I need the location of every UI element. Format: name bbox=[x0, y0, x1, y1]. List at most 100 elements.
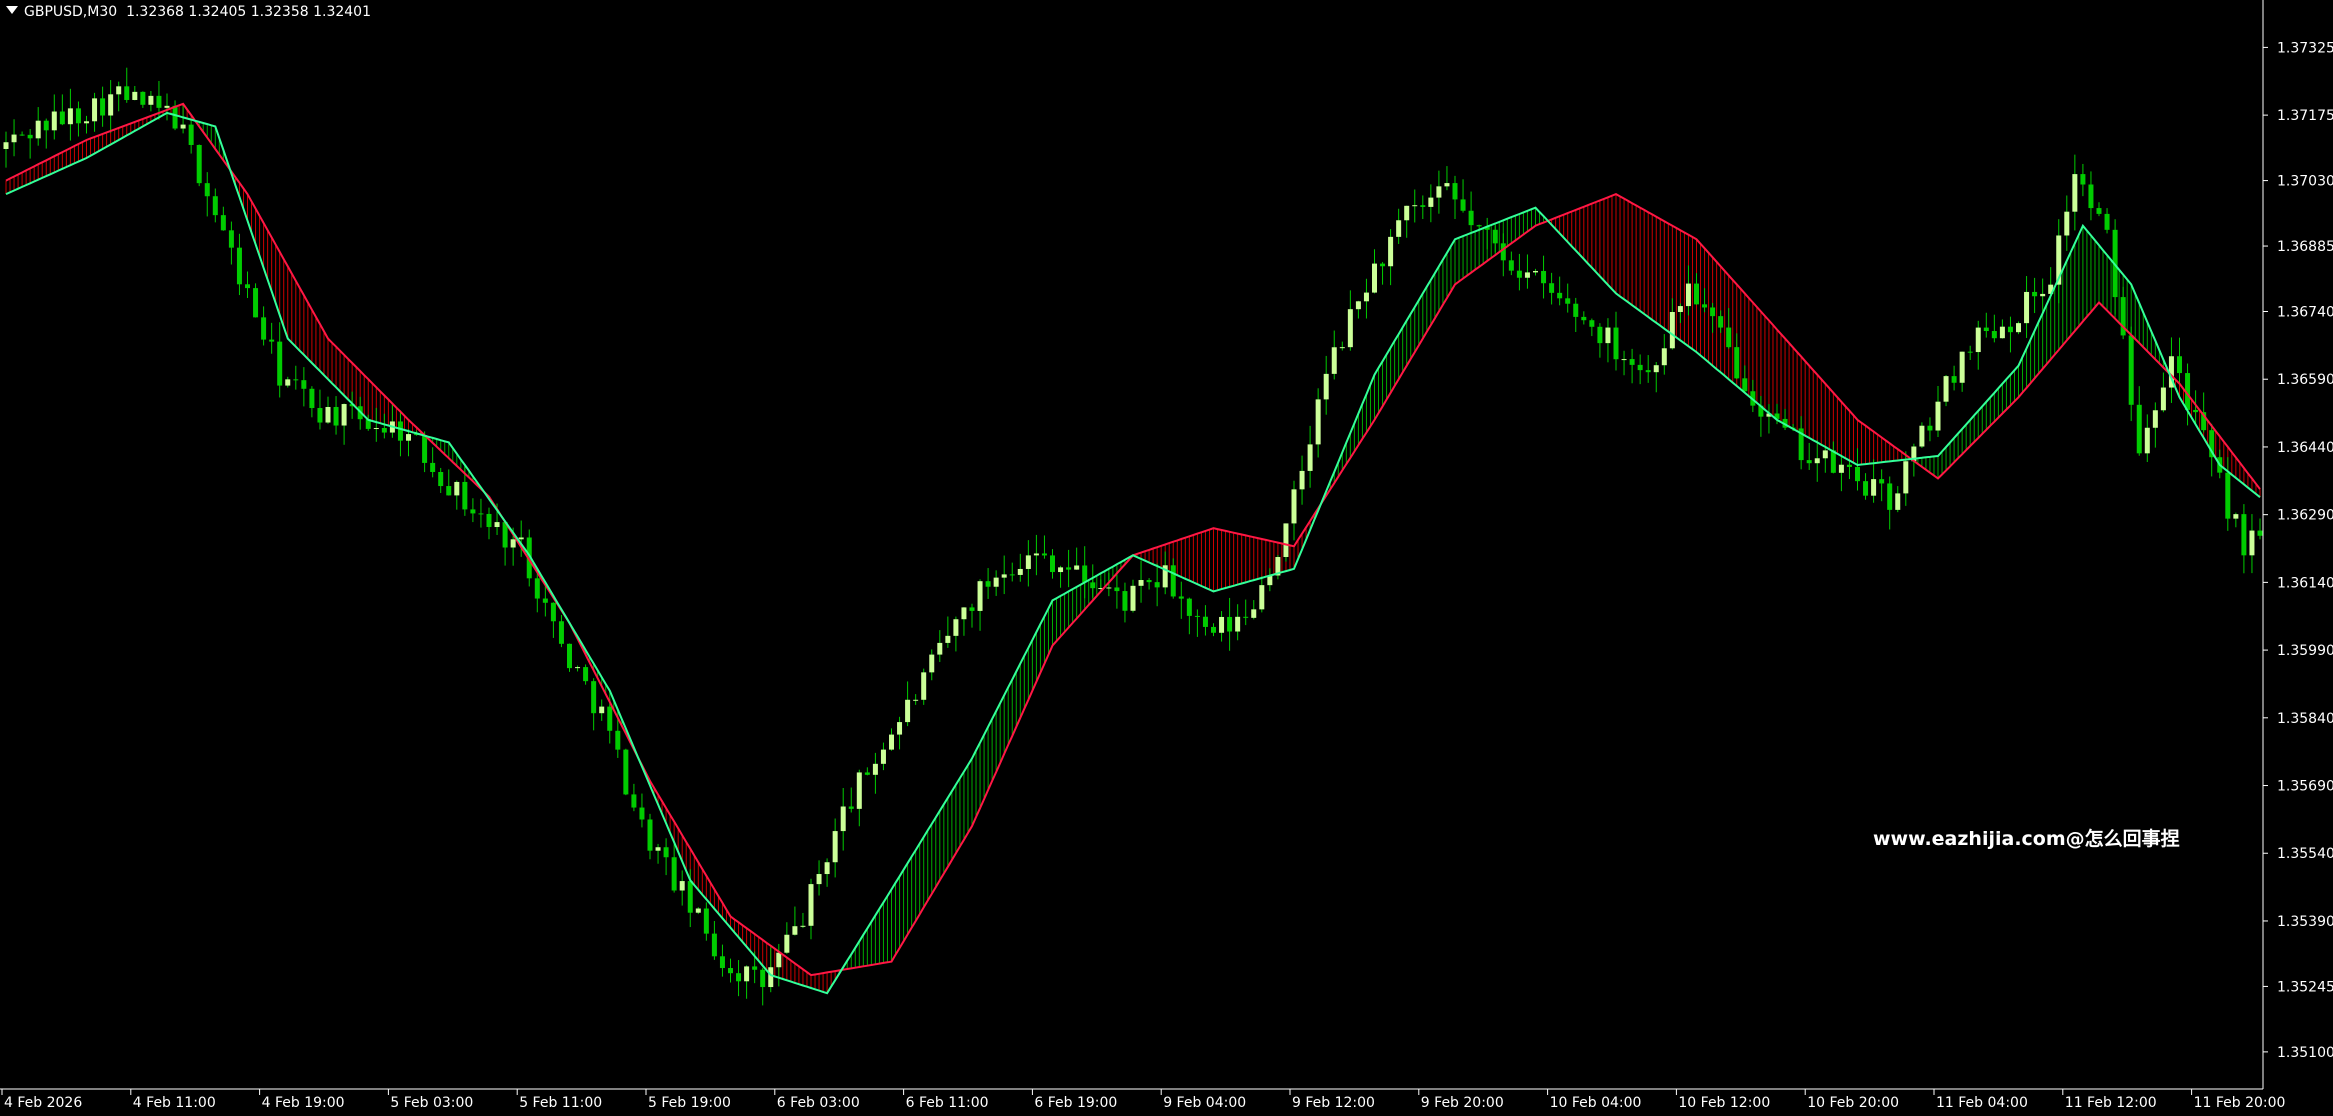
candle-bear bbox=[438, 472, 444, 487]
candle-bull bbox=[929, 654, 935, 673]
candle-bear bbox=[2007, 326, 2013, 333]
candle-bull bbox=[3, 142, 9, 149]
candle-bear bbox=[1830, 450, 1836, 473]
candle-bull bbox=[1822, 450, 1828, 459]
candle-bear bbox=[542, 598, 548, 603]
time-tick-label: 6 Feb 19:00 bbox=[1034, 1095, 1117, 1111]
candle-bear bbox=[1879, 479, 1885, 484]
candle-bear bbox=[2193, 409, 2199, 413]
candle-bear bbox=[1420, 205, 1426, 207]
candle-bull bbox=[1025, 555, 1031, 569]
candle-bear bbox=[478, 513, 484, 515]
candle-bull bbox=[1685, 283, 1691, 307]
candle-bear bbox=[27, 134, 33, 139]
candle-bull bbox=[695, 908, 701, 913]
candle-bull bbox=[148, 95, 154, 105]
candle-bear bbox=[172, 105, 178, 129]
time-tick-label: 11 Feb 20:00 bbox=[2194, 1095, 2286, 1111]
candle-bear bbox=[760, 969, 766, 988]
candle-bear bbox=[752, 966, 758, 970]
candle-bear bbox=[985, 581, 991, 587]
candle-bull bbox=[784, 934, 790, 953]
candle-bear bbox=[253, 288, 259, 318]
candle-bull bbox=[1283, 523, 1289, 557]
candle-bear bbox=[2104, 213, 2110, 230]
candle-bull bbox=[164, 105, 170, 108]
candle-bear bbox=[1645, 370, 1651, 373]
candle-bull bbox=[2152, 410, 2158, 428]
candle-bear bbox=[848, 806, 854, 809]
time-tick-label: 4 Feb 11:00 bbox=[133, 1095, 216, 1111]
candle-bear bbox=[1710, 307, 1716, 317]
candle-bear bbox=[1629, 359, 1635, 365]
candle-bull bbox=[2040, 293, 2046, 297]
candle-bull bbox=[406, 434, 411, 441]
candle-bull bbox=[1074, 565, 1080, 570]
candle-bull bbox=[1838, 464, 1844, 473]
time-tick-label: 5 Feb 11:00 bbox=[519, 1095, 602, 1111]
candle-bear bbox=[1154, 582, 1160, 588]
symbol-timeframe: GBPUSD,M30 bbox=[24, 4, 118, 20]
chart-area[interactable]: 1.37325 1.37175 1.37030 1.36885 1.36740 1.365… bbox=[0, 0, 2333, 1116]
candle-bull bbox=[792, 926, 798, 935]
candle-bull bbox=[1251, 609, 1257, 618]
price-tick-label: 1.35100 bbox=[2277, 1045, 2333, 1061]
candle-bear bbox=[100, 98, 106, 116]
candle-bull bbox=[1235, 616, 1241, 632]
candle-bull bbox=[1533, 270, 1538, 273]
candle-bear bbox=[462, 481, 468, 510]
candle-bear bbox=[864, 772, 870, 775]
candle-bull bbox=[1372, 263, 1377, 293]
candle-bull bbox=[945, 635, 951, 643]
candle-bear bbox=[269, 339, 275, 342]
candle-bear bbox=[196, 144, 202, 184]
candle-bear bbox=[156, 95, 162, 108]
time-tick-label: 9 Feb 20:00 bbox=[1421, 1095, 1504, 1111]
candle-bear bbox=[1927, 425, 1933, 431]
candle-bear bbox=[1492, 229, 1498, 244]
candle-bull bbox=[1315, 399, 1321, 445]
candle-bear bbox=[1500, 243, 1506, 261]
price-tick-label: 1.35245 bbox=[2277, 979, 2333, 995]
candle-bull bbox=[1999, 326, 2005, 339]
candle-bull bbox=[776, 952, 782, 968]
price-tick-label: 1.35690 bbox=[2277, 779, 2333, 795]
candle-bull bbox=[92, 98, 98, 122]
candle-bull bbox=[1653, 365, 1659, 373]
candle-bear bbox=[671, 857, 677, 891]
candle-bear bbox=[1050, 555, 1055, 573]
candle-bull bbox=[51, 111, 57, 131]
candle-bull bbox=[1903, 461, 1909, 494]
candle-bull bbox=[1404, 205, 1410, 221]
candle-bear bbox=[1460, 199, 1466, 211]
candle-bear bbox=[1146, 580, 1152, 583]
candle-bull bbox=[993, 577, 999, 587]
candle-bull bbox=[744, 966, 750, 982]
candle-bear bbox=[623, 749, 629, 795]
candle-bull bbox=[2160, 387, 2166, 411]
candle-bear bbox=[1951, 376, 1957, 383]
candle-bear bbox=[212, 196, 218, 216]
candle-bull bbox=[1959, 351, 1965, 383]
candle-bull bbox=[2016, 323, 2021, 333]
price-tick-label: 1.35390 bbox=[2277, 914, 2333, 930]
price-tick-label: 1.36885 bbox=[2277, 239, 2333, 255]
candle-bear bbox=[1613, 327, 1619, 360]
time-tick-label: 9 Feb 04:00 bbox=[1163, 1095, 1246, 1111]
candle-bear bbox=[1887, 483, 1893, 510]
price-tick-label: 1.36740 bbox=[2277, 305, 2333, 321]
candle-bull bbox=[1677, 306, 1683, 312]
candle-bear bbox=[2088, 184, 2094, 209]
candle-bear bbox=[1468, 210, 1474, 226]
candle-bear bbox=[1178, 596, 1184, 599]
candle-bear bbox=[2241, 514, 2247, 556]
candle-bull bbox=[518, 537, 524, 540]
candle-bear bbox=[1597, 326, 1603, 344]
candle-bull bbox=[800, 925, 806, 927]
candle-bear bbox=[188, 124, 194, 145]
candle-bear bbox=[1557, 292, 1563, 299]
symbol-menu-icon[interactable] bbox=[6, 6, 18, 14]
candle-bear bbox=[1243, 616, 1249, 618]
price-tick-label: 1.35540 bbox=[2277, 846, 2333, 862]
candle-bull bbox=[2249, 530, 2255, 556]
